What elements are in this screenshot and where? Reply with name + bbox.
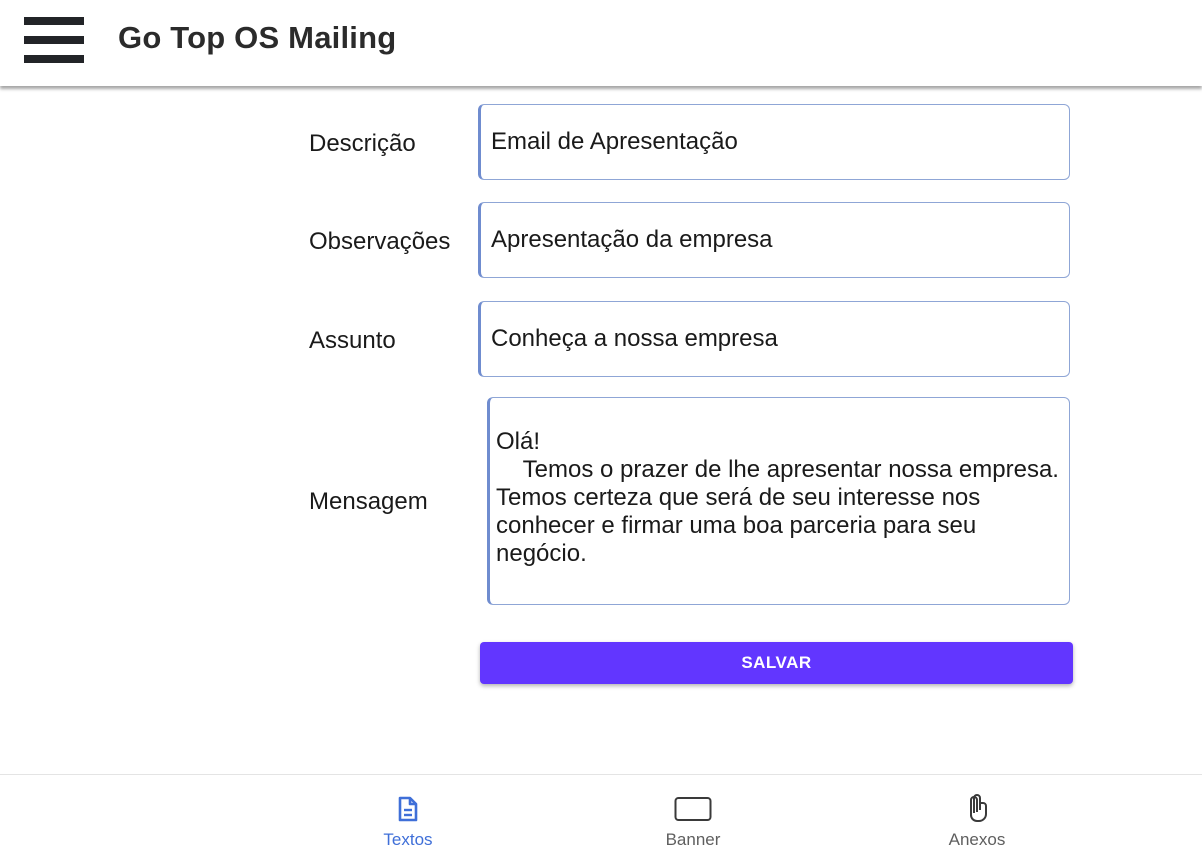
tab-label: Banner: [665, 830, 721, 849]
bottom-navigation: Textos Banner Anexos: [0, 774, 1202, 850]
assunto-label: Assunto: [309, 327, 396, 354]
tab-label: Anexos: [948, 830, 1006, 849]
mensagem-textarea[interactable]: Olá! Temos o prazer de lhe apresentar no…: [487, 397, 1070, 605]
mensagem-label: Mensagem: [309, 488, 428, 515]
descricao-label: Descrição: [309, 130, 416, 157]
tab-textos[interactable]: Textos: [338, 775, 478, 850]
document-icon: [397, 792, 419, 826]
app-root: Go Top OS Mailing Descrição Observações …: [0, 0, 1202, 850]
menu-bar: [24, 17, 84, 25]
hamburger-menu-icon[interactable]: [24, 17, 84, 63]
descricao-input[interactable]: [478, 104, 1070, 180]
paperclip-icon: [963, 792, 991, 826]
menu-bar: [24, 55, 84, 63]
tab-banner[interactable]: Banner: [623, 775, 763, 850]
rectangle-icon: [674, 792, 712, 826]
observacoes-input[interactable]: [478, 202, 1070, 278]
menu-bar: [24, 36, 84, 44]
observacoes-label: Observações: [309, 228, 451, 255]
tab-anexos[interactable]: Anexos: [907, 775, 1047, 850]
app-title: Go Top OS Mailing: [118, 20, 397, 55]
top-app-bar: Go Top OS Mailing: [0, 0, 1202, 86]
assunto-input[interactable]: [478, 301, 1070, 377]
tab-label: Textos: [383, 830, 433, 849]
save-button[interactable]: SALVAR: [480, 642, 1073, 684]
